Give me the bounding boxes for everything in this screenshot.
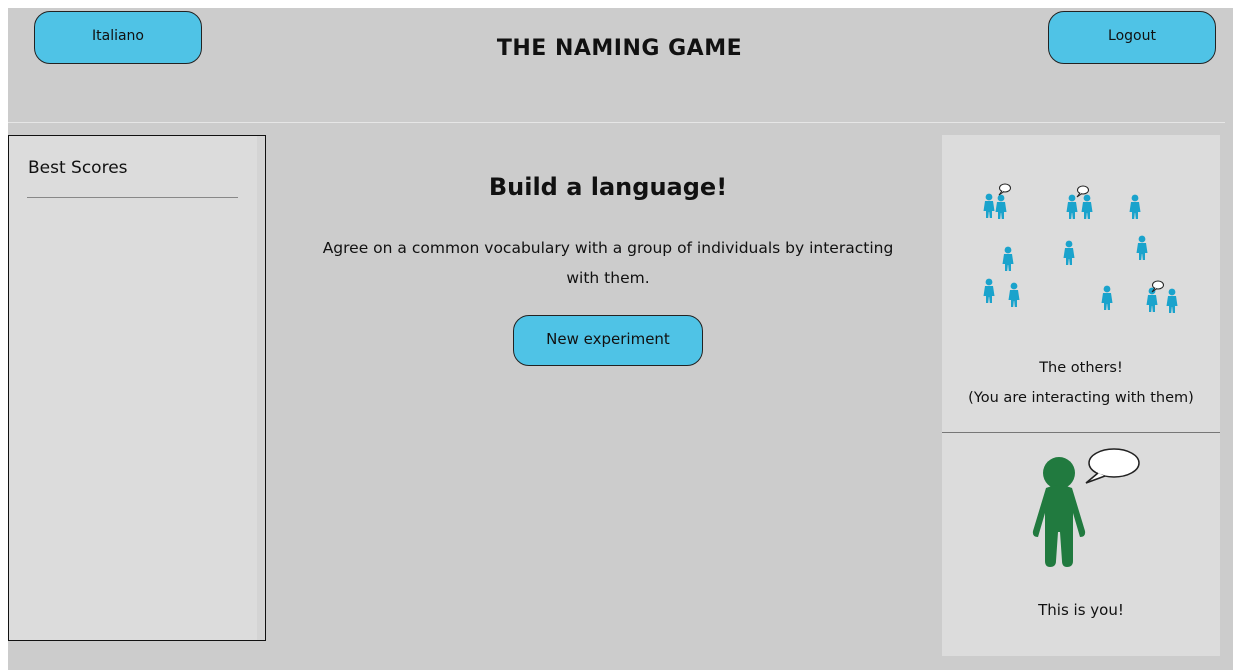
page-title: THE NAMING GAME xyxy=(496,36,743,61)
speech-bubble-icon xyxy=(998,183,1011,196)
header-divider xyxy=(8,122,1225,123)
person-icon xyxy=(1101,285,1113,310)
others-illustration xyxy=(983,183,1178,313)
new-experiment-button[interactable]: New experiment xyxy=(513,315,703,366)
you-figure-icon xyxy=(1032,457,1086,567)
person-icon xyxy=(1002,246,1014,271)
others-figures xyxy=(983,193,1178,313)
players-panel: The others! (You are interacting with th… xyxy=(942,135,1220,656)
person-icon xyxy=(1081,194,1093,219)
person-icon xyxy=(1063,240,1075,265)
others-label-line2: (You are interacting with them) xyxy=(968,390,1194,406)
main-description: Agree on a common vocabulary with a grou… xyxy=(322,239,894,287)
speech-bubble-icon xyxy=(1151,280,1164,293)
others-label: The others! (You are interacting with th… xyxy=(942,353,1220,413)
scores-scrollbar[interactable] xyxy=(257,136,265,640)
person-icon xyxy=(1129,194,1141,219)
person-icon xyxy=(1066,194,1078,219)
person-icon xyxy=(995,194,1007,219)
person-icon xyxy=(1008,282,1020,307)
best-scores-divider xyxy=(27,197,238,198)
person-icon xyxy=(983,278,995,303)
main-heading: Build a language! xyxy=(488,173,728,201)
you-illustration xyxy=(1032,448,1140,567)
speech-bubble-icon xyxy=(1085,448,1140,484)
others-label-line1: The others! xyxy=(1039,360,1123,376)
best-scores-title: Best Scores xyxy=(28,158,128,178)
you-label: This is you! xyxy=(1038,601,1124,619)
person-icon xyxy=(983,193,995,218)
person-icon xyxy=(1136,235,1148,260)
best-scores-panel: Best Scores xyxy=(8,135,266,641)
main-content: Build a language! Agree on a common voca… xyxy=(275,135,941,366)
person-icon xyxy=(1166,288,1178,313)
